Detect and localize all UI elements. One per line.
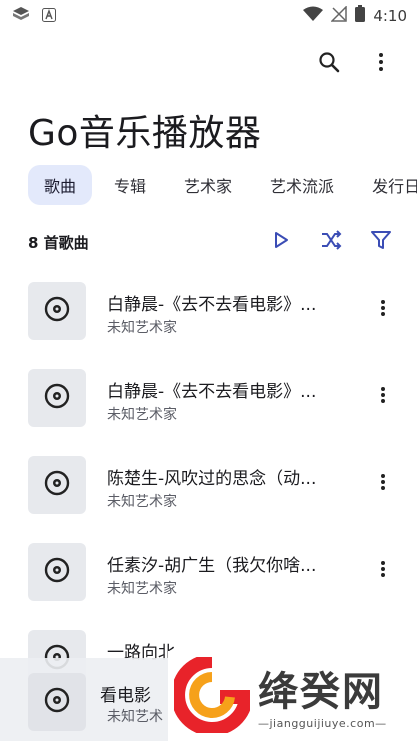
page-title: Go音乐播放器: [28, 113, 262, 154]
search-button[interactable]: [315, 50, 343, 78]
songs-header: 8 首歌曲: [28, 228, 395, 256]
app-notification-icon: [12, 6, 30, 26]
tab-songs[interactable]: 歌曲: [28, 165, 93, 205]
song-row[interactable]: 白静晨-《去不去看电影》... 未知艺术家: [0, 369, 417, 456]
watermark-brand: 绛癸网: [258, 669, 384, 715]
watermark-url: —jiangguijiuye.com—: [258, 717, 387, 730]
overflow-menu-button[interactable]: [367, 50, 395, 78]
filter-button[interactable]: [367, 228, 395, 256]
disc-icon: [44, 383, 70, 413]
filter-icon: [370, 230, 392, 254]
album-art: [28, 282, 86, 340]
song-count: 8 首歌曲: [28, 233, 89, 252]
song-title: 白静晨-《去不去看电影》...: [107, 382, 317, 402]
song-row[interactable]: 白静晨-《去不去看电影》... 未知艺术家: [0, 282, 417, 369]
top-actions: [315, 50, 395, 78]
signal-off-icon: [330, 4, 348, 26]
song-menu-button[interactable]: [371, 385, 395, 409]
now-playing-artist: 未知艺术: [107, 709, 163, 725]
play-all-button[interactable]: [267, 228, 295, 256]
wifi-icon: [303, 6, 324, 26]
watermark-logo-icon: [171, 654, 254, 736]
disc-icon: [44, 687, 70, 717]
song-row[interactable]: 任素汐-胡广生（我欠你啥... 未知艺术家: [0, 543, 417, 630]
tab-genres[interactable]: 艺术流派: [254, 165, 350, 205]
song-title: 陈楚生-风吹过的思念（动...: [107, 469, 317, 489]
disc-icon: [44, 470, 70, 500]
disc-icon: [44, 296, 70, 326]
tab-release-date[interactable]: 发行日期: [356, 165, 417, 205]
clock: 4:10: [373, 6, 407, 25]
tab-bar: 歌曲 专辑 艺术家 艺术流派 发行日期: [28, 165, 417, 205]
song-artist: 未知艺术家: [107, 494, 177, 510]
song-artist: 未知艺术家: [107, 320, 177, 336]
search-icon: [317, 50, 341, 78]
song-artist: 未知艺术家: [107, 407, 177, 423]
battery-icon: [355, 5, 366, 26]
album-art: [28, 543, 86, 601]
more-vertical-icon: [380, 473, 386, 495]
more-vertical-icon: [380, 560, 386, 582]
song-title: 白静晨-《去不去看电影》...: [107, 295, 317, 315]
font-app-icon: [42, 7, 56, 26]
disc-icon: [44, 557, 70, 587]
song-menu-button[interactable]: [371, 298, 395, 322]
tab-artists[interactable]: 艺术家: [168, 165, 248, 205]
song-row[interactable]: 陈楚生-风吹过的思念（动... 未知艺术家: [0, 456, 417, 543]
song-menu-button[interactable]: [371, 472, 395, 496]
song-menu-button[interactable]: [371, 559, 395, 583]
more-vertical-icon: [380, 386, 386, 408]
now-playing-title: 看电影: [100, 686, 151, 706]
status-bar: 4:10: [0, 0, 417, 30]
more-vertical-icon: [378, 52, 384, 76]
song-title: 任素汐-胡广生（我欠你啥...: [107, 556, 317, 576]
watermark: 绛癸网 —jiangguijiuye.com—: [168, 651, 417, 741]
song-artist: 未知艺术家: [107, 581, 177, 597]
play-icon: [271, 230, 291, 254]
now-playing-art: [28, 673, 86, 731]
more-vertical-icon: [380, 299, 386, 321]
album-art: [28, 369, 86, 427]
album-art: [28, 456, 86, 514]
list-actions: [267, 228, 395, 256]
shuffle-button[interactable]: [317, 228, 345, 256]
tab-albums[interactable]: 专辑: [98, 165, 162, 205]
shuffle-icon: [320, 230, 342, 254]
